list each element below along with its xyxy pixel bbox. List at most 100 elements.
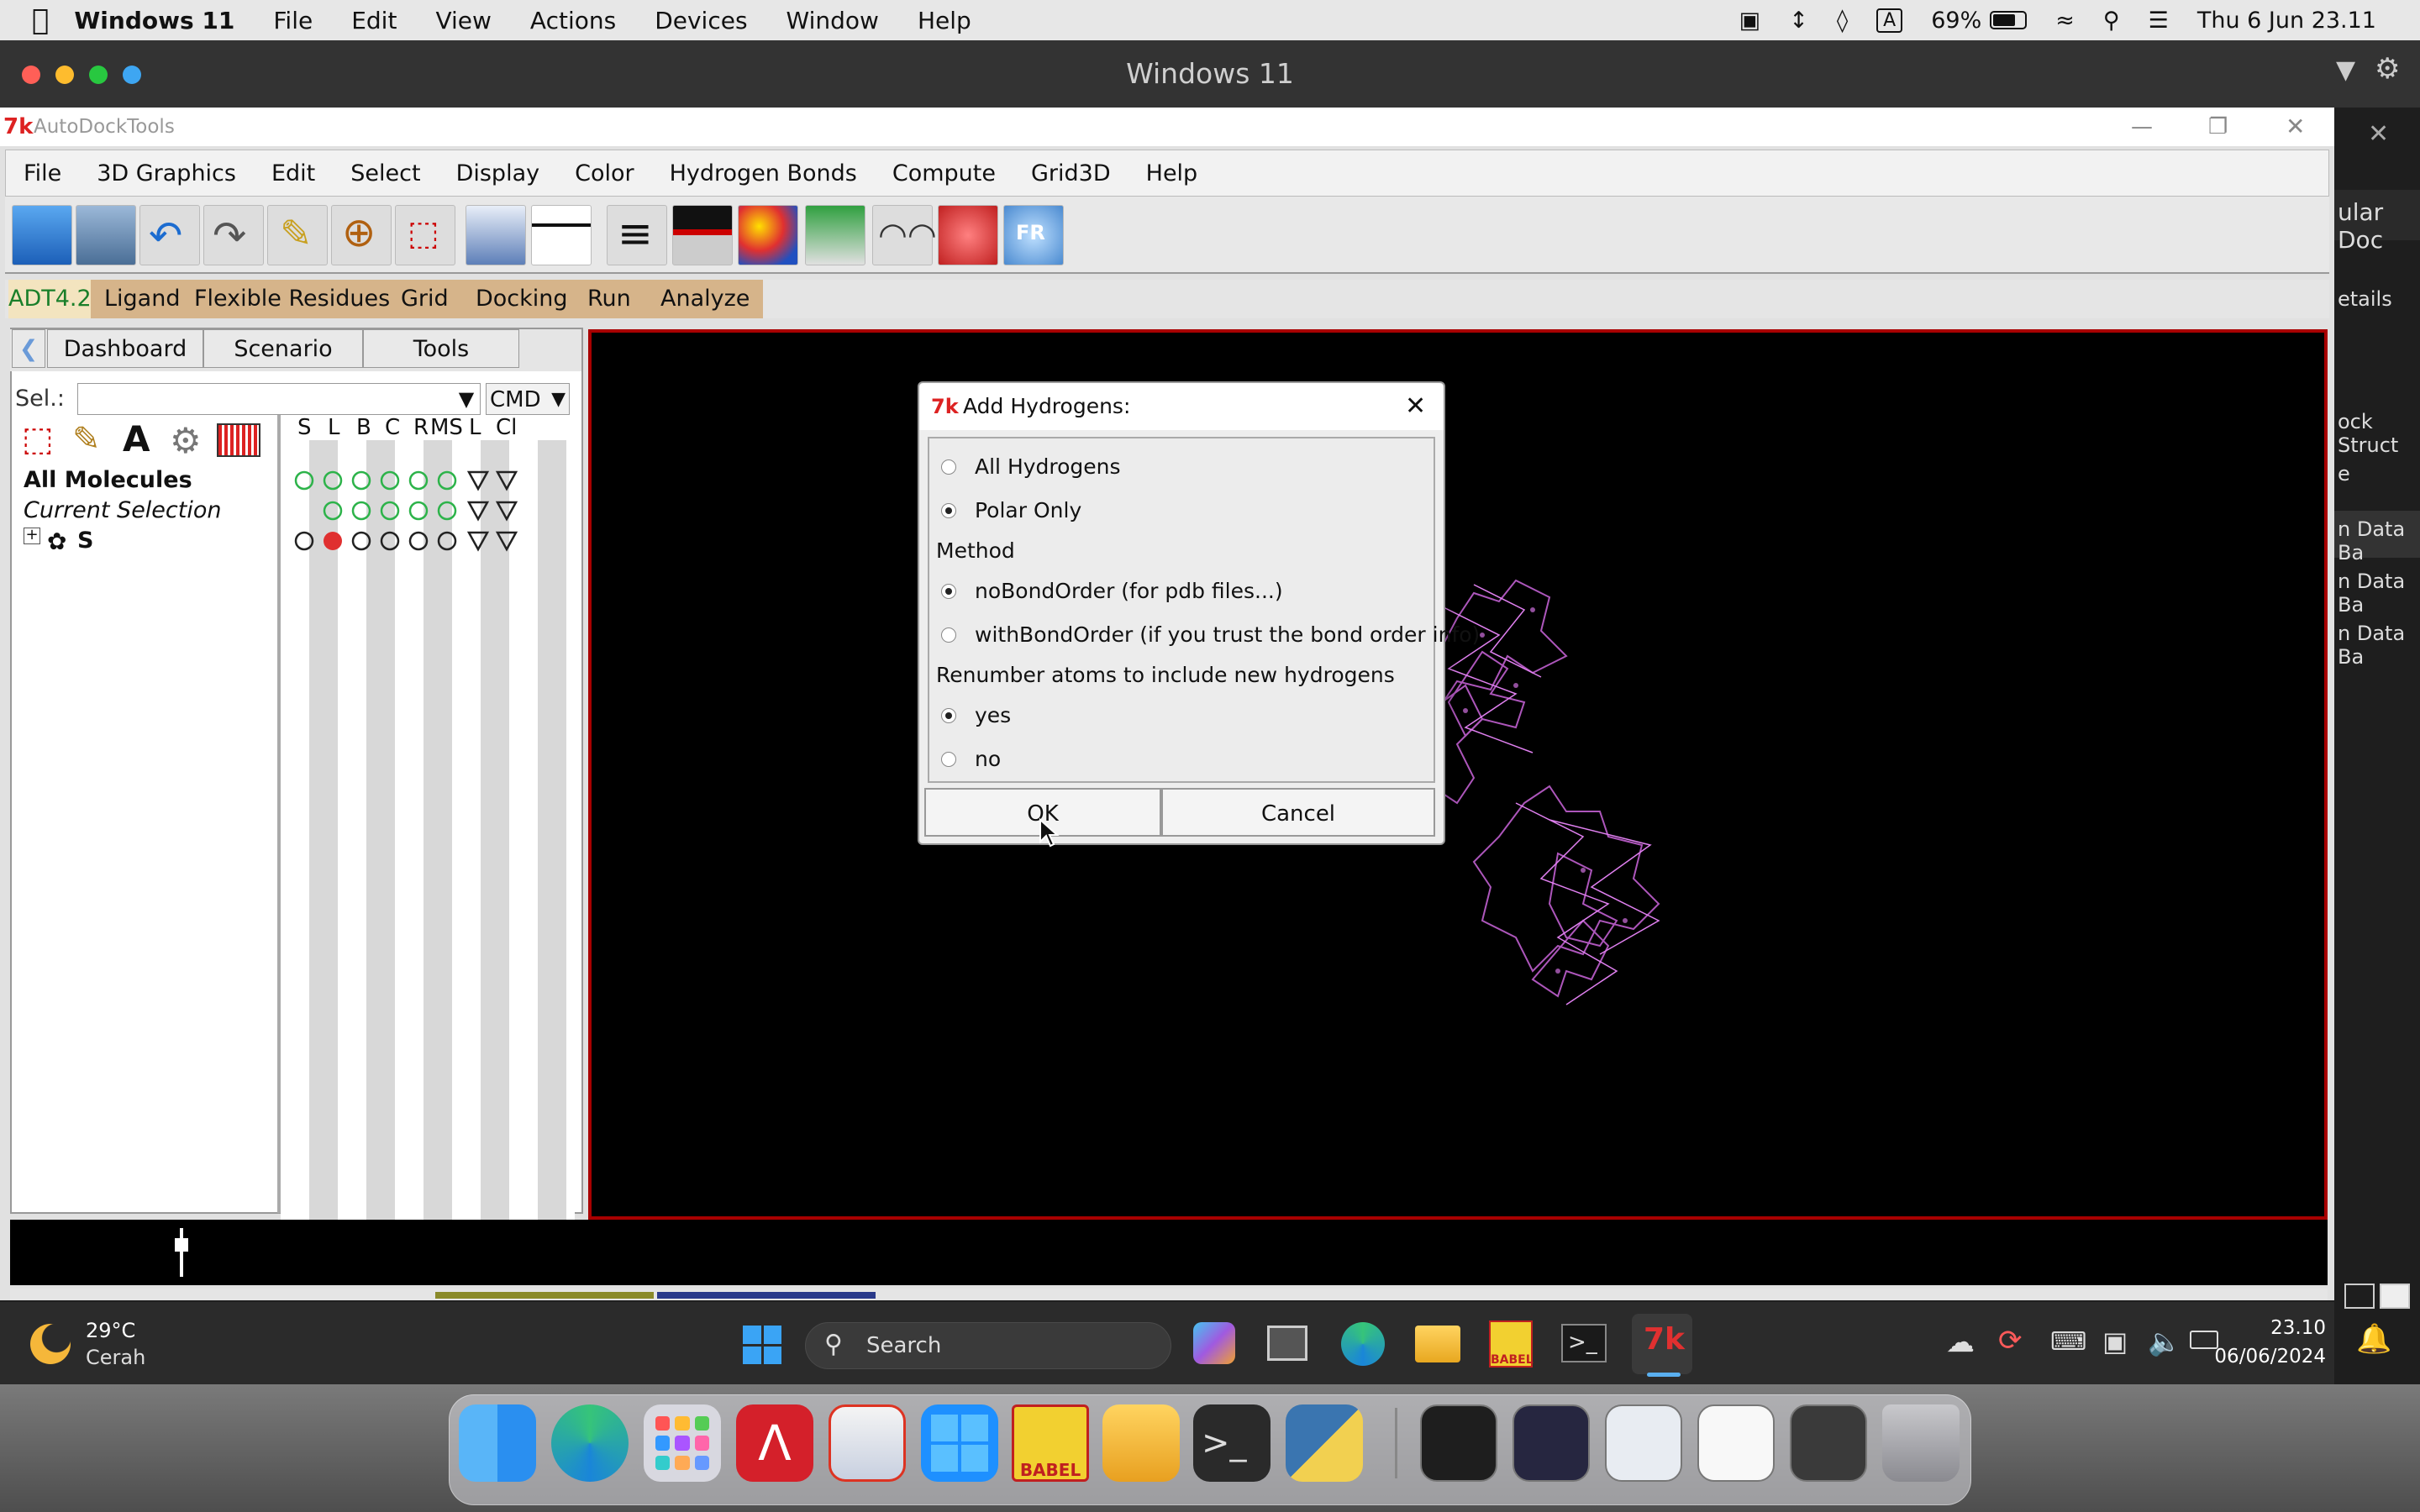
radio-no-bond-order[interactable]: noBondOrder (for pdb files...) xyxy=(933,575,1283,608)
settings-gear-icon[interactable]: ⚙ xyxy=(170,420,212,462)
trash-icon[interactable] xyxy=(1882,1404,1960,1482)
layers-icon[interactable]: ◊ xyxy=(1837,8,1848,34)
edit-pencil-icon[interactable]: ✎ xyxy=(72,420,114,462)
column-header-ms[interactable]: MS xyxy=(430,415,463,440)
file-explorer-icon[interactable] xyxy=(1415,1326,1460,1362)
onedrive-cloud-icon[interactable]: ☁ xyxy=(1946,1326,1975,1359)
redo-arrow-icon[interactable]: ↷ xyxy=(203,205,264,265)
mac-menu-file[interactable]: File xyxy=(273,7,313,34)
sidebar-text-3[interactable]: ock Struct xyxy=(2338,410,2420,457)
screen-mirror-icon[interactable]: ▣ xyxy=(1739,8,1761,34)
taskbar-date[interactable]: 06/06/2024 xyxy=(2195,1346,2326,1368)
finder-icon[interactable] xyxy=(459,1404,536,1482)
python-dock-icon[interactable] xyxy=(1286,1404,1363,1482)
weather-temperature[interactable]: 29°C xyxy=(86,1319,135,1342)
vm-dropdown-icon[interactable]: ▼ xyxy=(2336,55,2355,85)
notification-bell-icon[interactable]: 🔔 xyxy=(2356,1322,2391,1356)
pencil-icon[interactable]: ✎ xyxy=(267,205,328,265)
menu-display[interactable]: Display xyxy=(439,160,558,186)
task-view-icon[interactable] xyxy=(1267,1326,1307,1361)
surface-render-icon[interactable] xyxy=(938,205,998,265)
tk-feather-taskbar-icon[interactable]: 7k xyxy=(1644,1322,1685,1357)
menu-compute[interactable]: Compute xyxy=(875,160,1013,186)
babel-dock-icon[interactable]: BABEL xyxy=(1012,1404,1089,1482)
tree-molecule-s[interactable]: S xyxy=(77,528,93,554)
edge-dock-icon[interactable] xyxy=(551,1404,629,1482)
adt-menu-flexible-residues[interactable]: Flexible Residues xyxy=(194,280,390,318)
undo-arrow-icon[interactable]: ↶ xyxy=(139,205,200,265)
mac-menu-actions[interactable]: Actions xyxy=(530,7,616,34)
mac-app-name[interactable]: Windows 11 xyxy=(74,7,234,34)
stereo-glasses-icon[interactable]: ◠◠ xyxy=(872,205,937,265)
dock-window-thumbnail-1[interactable] xyxy=(1420,1404,1497,1482)
copilot-icon[interactable] xyxy=(1193,1322,1235,1364)
open-folder-icon[interactable] xyxy=(12,205,72,265)
menu-help[interactable]: Help xyxy=(1128,160,1216,186)
coherence-button[interactable] xyxy=(123,66,141,84)
sidebar-text-4[interactable]: e xyxy=(2338,462,2350,486)
python-shell-icon[interactable] xyxy=(531,205,592,265)
mac-menu-help[interactable]: Help xyxy=(918,7,971,34)
battery-percent[interactable]: 69% xyxy=(1931,8,1981,34)
menu-select[interactable]: Select xyxy=(333,160,438,186)
selection-input[interactable] xyxy=(77,383,481,415)
tree-expand-icon[interactable]: + xyxy=(24,528,40,544)
dock-window-thumbnail-2[interactable] xyxy=(1512,1404,1590,1482)
column-header-cl[interactable]: Cl xyxy=(496,415,517,440)
molecule-status-grid[interactable] xyxy=(291,467,526,559)
radio-with-bond-order[interactable]: withBondOrder (if you trust the bond ord… xyxy=(933,618,1480,652)
keyboard-icon[interactable]: ⌨ xyxy=(2050,1327,2086,1357)
tab-scenario[interactable]: Scenario xyxy=(203,329,363,368)
menu-3d-graphics[interactable]: 3D Graphics xyxy=(79,160,254,186)
apple-icon[interactable]:  xyxy=(32,3,49,37)
grid-view-icon[interactable] xyxy=(2380,1284,2410,1309)
menu-color[interactable]: Color xyxy=(557,160,652,186)
column-header-l[interactable]: L xyxy=(328,415,340,440)
input-source-icon[interactable]: A xyxy=(1876,8,1903,33)
acrobat-icon[interactable]: Λ xyxy=(736,1404,813,1482)
selection-dropdown-icon[interactable]: ▼ xyxy=(452,383,481,415)
network-icon[interactable]: ▣ xyxy=(2102,1326,2128,1357)
radio-renumber-yes[interactable]: yes xyxy=(933,699,1011,732)
cmd-dropdown[interactable]: CMD ▼ xyxy=(486,383,570,415)
edge-browser-icon[interactable] xyxy=(1341,1322,1385,1366)
terminal-icon[interactable]: >_ xyxy=(1561,1324,1607,1362)
sidebar-text-7[interactable]: n Data Ba xyxy=(2338,622,2420,669)
mac-menu-window[interactable]: Window xyxy=(786,7,879,34)
windows-start-icon[interactable] xyxy=(743,1326,781,1364)
column-header-b[interactable]: B xyxy=(356,415,371,440)
terminal-dock-icon[interactable]: >_ xyxy=(1193,1404,1270,1482)
menu-file[interactable]: File xyxy=(6,160,79,186)
dialog-close-icon[interactable]: ✕ xyxy=(1405,383,1426,430)
text-align-icon[interactable]: ≡ xyxy=(607,205,667,265)
adt-minimize-button[interactable]: — xyxy=(2131,108,2153,146)
menu-edit[interactable]: Edit xyxy=(254,160,333,186)
pointer-tool-icon[interactable] xyxy=(466,205,526,265)
radio-circle-selected[interactable] xyxy=(941,584,956,599)
radio-renumber-no[interactable]: no xyxy=(933,743,1001,776)
mac-clock[interactable]: Thu 6 Jun 23.11 xyxy=(2197,8,2376,34)
vm-settings-gear-icon[interactable]: ⚙ xyxy=(2375,52,2400,86)
sync-icon[interactable]: ⟳ xyxy=(1998,1324,2023,1357)
label-text-icon[interactable]: A xyxy=(123,418,165,460)
tab-dashboard[interactable]: Dashboard xyxy=(47,329,203,368)
taskbar-time[interactable]: 23.10 xyxy=(2259,1317,2326,1339)
dock-window-thumbnail-4[interactable] xyxy=(1697,1404,1775,1482)
mac-menu-view[interactable]: View xyxy=(435,7,491,34)
minimize-window-button[interactable] xyxy=(55,66,74,84)
radio-polar-only[interactable]: Polar Only xyxy=(933,494,1081,528)
adt-menu-analyze[interactable]: Analyze xyxy=(660,280,750,318)
adt-maximize-button[interactable]: ❐ xyxy=(2208,108,2228,146)
parallels-control-center-icon[interactable] xyxy=(829,1404,906,1482)
spotlight-search-icon[interactable]: ⚲ xyxy=(2103,8,2120,34)
weather-moon-icon[interactable] xyxy=(30,1324,71,1364)
tab-tools[interactable]: Tools xyxy=(363,329,519,368)
column-header-l2[interactable]: L xyxy=(469,415,481,440)
cancel-button[interactable]: Cancel xyxy=(1161,788,1435,837)
zoom-window-button[interactable] xyxy=(89,66,108,84)
3d-viewer[interactable] xyxy=(588,329,2328,1220)
list-view-icon[interactable] xyxy=(2344,1284,2375,1309)
close-window-button[interactable] xyxy=(22,66,40,84)
column-header-r[interactable]: R xyxy=(413,415,429,440)
adt-menu-grid[interactable]: Grid xyxy=(401,280,449,318)
